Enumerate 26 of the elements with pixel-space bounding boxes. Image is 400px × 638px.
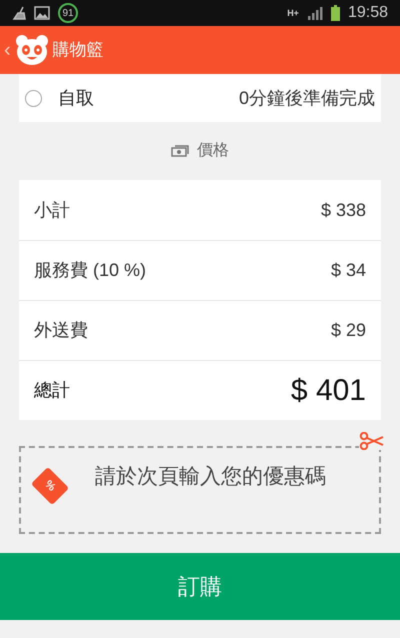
network-label: H+ <box>287 8 299 18</box>
coupon-box[interactable]: % 請於次頁輸入您的優惠碼 <box>19 446 381 534</box>
battery-icon <box>330 5 340 21</box>
cash-icon <box>171 145 189 157</box>
price-amount: $ 29 <box>330 319 366 342</box>
price-label: 小計 <box>34 198 70 222</box>
battery-badge: 91 <box>58 3 78 23</box>
price-amount: $ 34 <box>330 259 366 282</box>
coupon-text: 請於次頁輸入您的優惠碼 <box>95 464 326 490</box>
radio-button[interactable] <box>25 90 42 106</box>
total-amount: $ 401 <box>290 373 366 409</box>
broom-icon <box>12 6 26 20</box>
pickup-time: 0分鐘後準備完成 <box>238 86 375 110</box>
clock: 19:58 <box>348 3 388 23</box>
header-title: 購物籃 <box>52 39 104 62</box>
price-label: 總計 <box>34 379 70 402</box>
image-icon <box>34 6 50 20</box>
price-label: 服務費 (10 %) <box>34 259 146 282</box>
pickup-label: 自取 <box>58 86 94 110</box>
price-amount: $ 338 <box>320 198 366 222</box>
price-label: 外送費 <box>34 319 88 342</box>
signal-icon <box>306 6 323 20</box>
pickup-row[interactable]: 自取 0分鐘後準備完成 <box>19 74 381 122</box>
discount-tag: % <box>30 466 70 506</box>
panda-logo-icon <box>14 34 49 66</box>
section-title: 價格 <box>197 141 229 161</box>
